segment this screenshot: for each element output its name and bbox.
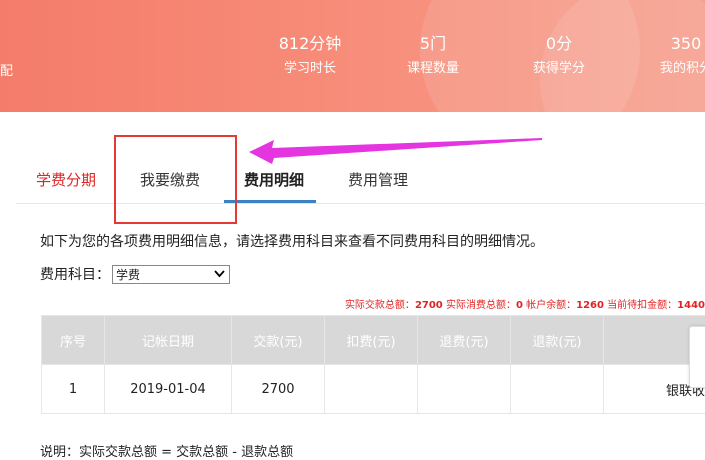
stat-course-count: 5门 课程数量 xyxy=(395,34,471,78)
fee-summary: 实际交款总额：2700 实际消费总额：0 帐户余额：1260 当前待扣金额：14… xyxy=(345,296,705,311)
stat-value: 0分 xyxy=(521,34,597,54)
paid-value: 2700 xyxy=(415,300,443,311)
chevron-down-icon xyxy=(214,270,225,278)
pending-value: 1440 xyxy=(677,300,705,311)
active-tab-indicator xyxy=(224,200,316,203)
column-header: 扣费(元) xyxy=(325,316,418,365)
subject-row: 费用科目： 学费 xyxy=(40,264,230,284)
stat-points: 350 我的积分 xyxy=(648,34,705,78)
column-header: 记帐日期 xyxy=(105,316,232,365)
table-cell xyxy=(511,365,604,414)
header-banner: 配 812分钟 学习时长 5门 课程数量 0分 获得学分 350 我的积分 xyxy=(0,0,705,112)
annotation-highlight-box xyxy=(114,135,237,224)
footer-note: 说明：实际交款总额 = 交款总额 - 退款总额 xyxy=(40,441,293,460)
stat-credits: 0分 获得学分 xyxy=(521,34,597,78)
consumed-label: 实际消费总额： xyxy=(446,300,516,311)
stat-value: 350 xyxy=(648,34,705,54)
floating-side-widget[interactable] xyxy=(689,326,705,388)
table-cell xyxy=(325,365,418,414)
stat-label: 获得学分 xyxy=(521,60,597,78)
intro-text: 如下为您的各项费用明细信息，请选择费用科目来查看不同费用科目的明细情况。 xyxy=(40,231,544,251)
header-left-label: 配 xyxy=(0,60,13,79)
fee-details-table: 序号 记帐日期 交款(元) 扣费(元) 退费(元) 退款(元) 1 2019-0… xyxy=(41,315,705,414)
stat-label: 学习时长 xyxy=(272,60,348,78)
tab-installment[interactable]: 学费分期 xyxy=(36,169,96,190)
tab-fee-management[interactable]: 费用管理 xyxy=(348,169,408,190)
stat-label: 我的积分 xyxy=(648,60,705,78)
stat-study-time: 812分钟 学习时长 xyxy=(272,34,348,78)
column-header: 退款(元) xyxy=(511,316,604,365)
table-cell: 1 xyxy=(42,365,105,414)
subject-select[interactable]: 学费 xyxy=(112,265,230,284)
balance-label: 帐户余额： xyxy=(526,300,576,311)
stat-value: 5门 xyxy=(395,34,471,54)
column-header: 交款(元) xyxy=(232,316,325,365)
table-cell: 2700 xyxy=(232,365,325,414)
column-header: 退费(元) xyxy=(418,316,511,365)
paid-label: 实际交款总额： xyxy=(345,300,415,311)
table-cell: 2019-01-04 xyxy=(105,365,232,414)
subject-selected-value: 学费 xyxy=(116,266,140,283)
consumed-value: 0 xyxy=(516,300,523,311)
table-header-row: 序号 记帐日期 交款(元) 扣费(元) 退费(元) 退款(元) xyxy=(42,316,705,365)
pending-label: 当前待扣金额： xyxy=(607,300,677,311)
tab-fee-details[interactable]: 费用明细 xyxy=(244,169,304,190)
annotation-arrow-icon xyxy=(244,130,544,170)
table-row: 1 2019-01-04 2700 银联收 xyxy=(42,365,705,414)
column-header: 序号 xyxy=(42,316,105,365)
stat-value: 812分钟 xyxy=(272,34,348,54)
balance-value: 1260 xyxy=(576,300,604,311)
subject-label: 费用科目： xyxy=(40,264,110,284)
stat-label: 课程数量 xyxy=(395,60,471,78)
table-cell xyxy=(418,365,511,414)
